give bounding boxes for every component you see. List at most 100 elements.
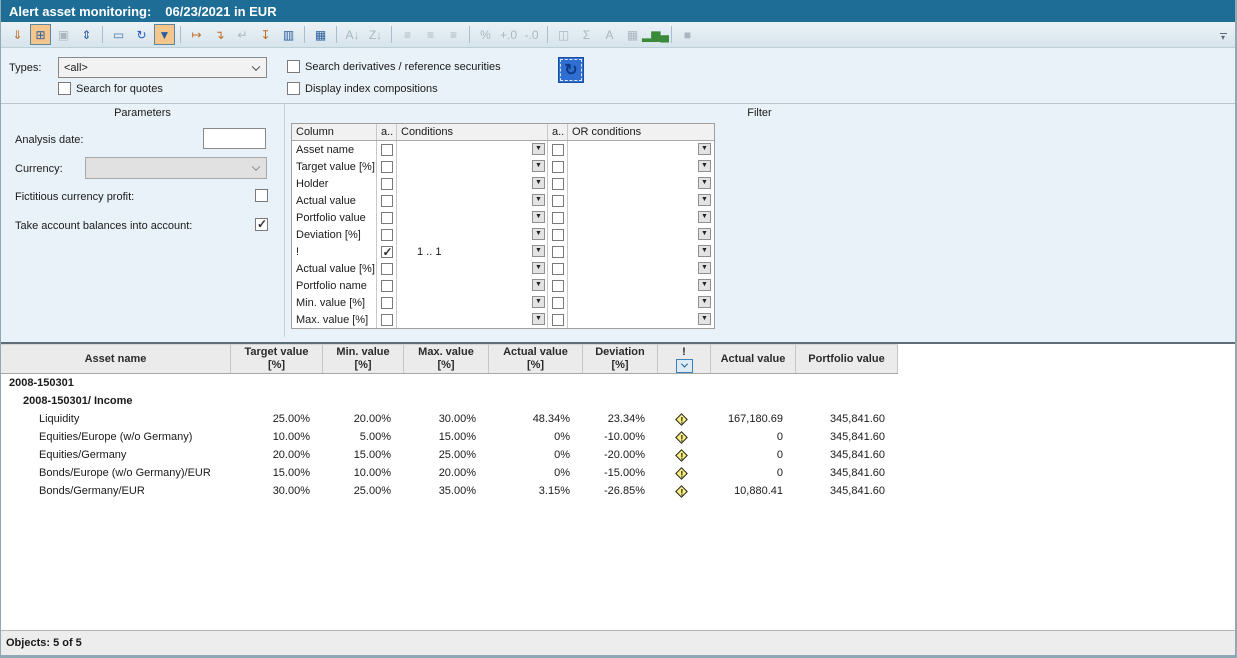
column-header-actual-value[interactable]: Actual value [%] [489,345,583,373]
and-checkbox[interactable] [381,178,393,190]
alert-column-filter-button[interactable] [676,359,693,373]
condition-dropdown-button[interactable]: ▼ [532,245,545,257]
or-condition-dropdown-button[interactable]: ▼ [698,228,711,240]
condition-dropdown-button[interactable]: ▼ [532,177,545,189]
new-range-icon: ▭ [113,29,124,41]
analysis-date-input[interactable] [203,128,266,149]
account-balances-checkbox[interactable] [255,218,268,231]
or-condition-dropdown-button[interactable]: ▼ [698,194,711,206]
or-condition-dropdown-button[interactable]: ▼ [698,177,711,189]
and-checkbox[interactable] [381,297,393,309]
or-checkbox[interactable] [552,178,564,190]
drill-down-icon[interactable]: ↧ [255,24,276,45]
column-header-![interactable]: ! [658,345,711,373]
condition-dropdown-button[interactable]: ▼ [532,313,545,325]
horizontal-splitter[interactable] [1,337,1235,344]
filter-table-header: Columna..Conditionsa..OR conditions [292,124,714,141]
and-checkbox[interactable] [381,195,393,207]
condition-dropdown-button[interactable]: ▼ [532,143,545,155]
condition-dropdown-button[interactable]: ▼ [532,279,545,291]
table-row[interactable]: 2008-150301/ Income [1,392,1235,410]
table-row[interactable]: 2008-150301 [1,374,1235,392]
filter-or-and-cell [548,209,568,226]
or-checkbox[interactable] [552,246,564,258]
update-columns-icon[interactable]: ▥ [278,24,299,45]
percent-icon: % [475,24,496,45]
or-condition-dropdown-button[interactable]: ▼ [698,313,711,325]
and-checkbox[interactable] [381,280,393,292]
and-checkbox[interactable] [381,212,393,224]
or-checkbox[interactable] [552,144,564,156]
expand-view-icon[interactable]: ⊞ [30,24,51,45]
font-icon: A [605,29,613,41]
filter-or-and-cell [548,192,568,209]
load-view-icon[interactable]: ⇓ [7,24,28,45]
actual-pct-cell: 0% [489,431,583,443]
and-checkbox[interactable] [381,144,393,156]
or-checkbox[interactable] [552,161,564,173]
column-header-portfolio-value[interactable]: Portfolio value [796,345,898,373]
or-condition-dropdown-button[interactable]: ▼ [698,296,711,308]
filter-and-cell [377,209,397,226]
condition-dropdown-button[interactable]: ▼ [532,160,545,172]
column-header-asset-name[interactable]: Asset name [1,345,231,373]
or-checkbox[interactable] [552,195,564,207]
derivatives-checkbox[interactable] [287,60,300,73]
condition-dropdown-button[interactable]: ▼ [532,262,545,274]
filter-or-and-cell [548,311,568,328]
column-header-target-value[interactable]: Target value [%] [231,345,323,373]
search-quotes-checkbox[interactable] [58,82,71,95]
index-compositions-checkbox[interactable] [287,82,300,95]
column-header-deviation[interactable]: Deviation [%] [583,345,658,373]
column-header-min-value[interactable]: Min. value [%] [323,345,404,373]
chart-icon[interactable]: ▂▆▄ [645,24,666,45]
warning-diamond-icon [675,413,688,426]
or-condition-dropdown-button[interactable]: ▼ [698,143,711,155]
or-checkbox[interactable] [552,263,564,275]
hide-columns-icon[interactable]: ▦ [310,24,331,45]
filter-icon[interactable]: ▼ [154,24,175,45]
insert-below-icon[interactable]: ↴ [209,24,230,45]
types-select[interactable]: <all> [58,57,267,78]
condition-dropdown-button[interactable]: ▼ [532,211,545,223]
column-header-actual-value[interactable]: Actual value [711,345,796,373]
max-value-cell: 15.00% [404,431,489,443]
and-checkbox[interactable] [381,161,393,173]
or-condition-dropdown-button[interactable]: ▼ [698,262,711,274]
asset-name-cell: Equities/Europe (w/o Germany) [1,431,231,443]
condition-dropdown-button[interactable]: ▼ [532,194,545,206]
toolbar-overflow-button[interactable]: ▾ [1216,30,1230,44]
condition-dropdown-button[interactable]: ▼ [532,228,545,240]
and-checkbox[interactable] [381,263,393,275]
table-row[interactable]: Equities/Germany20.00%15.00%25.00%0%-20.… [1,446,1235,464]
and-checkbox[interactable] [381,246,393,258]
or-checkbox[interactable] [552,314,564,326]
refresh-arrows-icon[interactable]: ↻ [131,24,152,45]
table-row[interactable]: Bonds/Germany/EUR30.00%25.00%35.00%3.15%… [1,482,1235,500]
filter-condition-cell: ▼ [397,209,548,226]
or-condition-dropdown-button[interactable]: ▼ [698,160,711,172]
or-condition-dropdown-button[interactable]: ▼ [698,279,711,291]
insert-cell-icon[interactable]: ↦ [186,24,207,45]
refresh-button[interactable]: ↻ [558,57,584,83]
or-checkbox[interactable] [552,212,564,224]
or-checkbox[interactable] [552,297,564,309]
table-row[interactable]: Bonds/Europe (w/o Germany)/EUR15.00%10.0… [1,464,1235,482]
or-checkbox[interactable] [552,229,564,241]
or-checkbox[interactable] [552,280,564,292]
or-condition-dropdown-button[interactable]: ▼ [698,211,711,223]
stop-icon: ■ [684,29,691,41]
fictitious-profit-checkbox[interactable] [255,189,268,202]
condition-dropdown-button[interactable]: ▼ [532,296,545,308]
table-row[interactable]: Liquidity25.00%20.00%30.00%48.34%23.34%1… [1,410,1235,428]
and-checkbox[interactable] [381,229,393,241]
sort-desc-icon: Z↓ [369,29,382,41]
fit-height-icon[interactable]: ⇕ [76,24,97,45]
table-row[interactable]: Equities/Europe (w/o Germany)10.00%5.00%… [1,428,1235,446]
and-checkbox[interactable] [381,314,393,326]
currency-select[interactable] [85,157,267,179]
max-value-cell: 30.00% [404,413,489,425]
or-condition-dropdown-button[interactable]: ▼ [698,245,711,257]
new-range-icon[interactable]: ▭ [108,24,129,45]
column-header-max-value[interactable]: Max. value [%] [404,345,489,373]
